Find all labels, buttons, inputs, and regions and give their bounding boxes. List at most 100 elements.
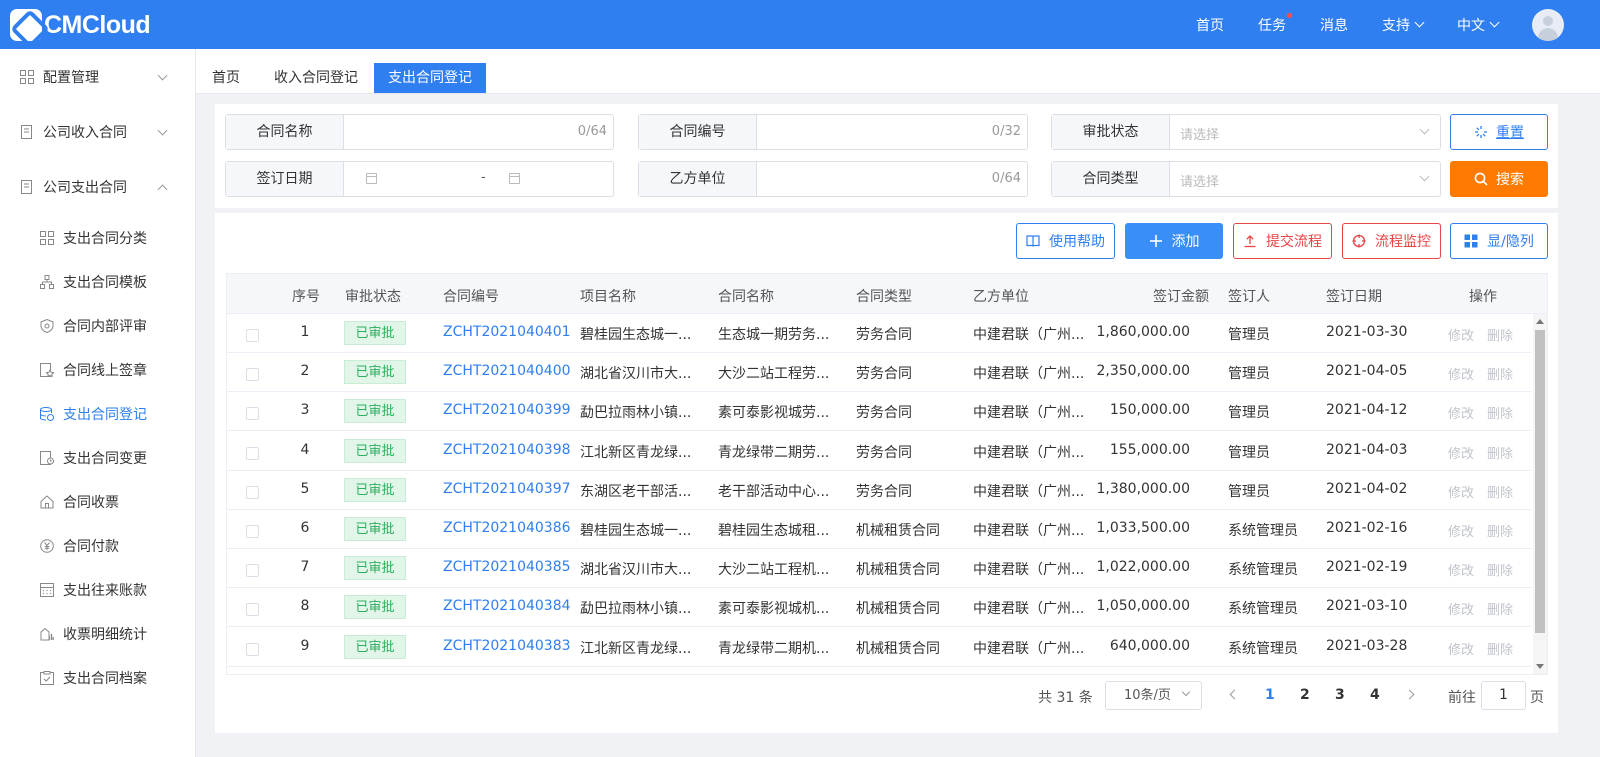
nav-home[interactable]: 首页 [1196, 15, 1224, 35]
sidebar-item-payment[interactable]: 合同付款 [0, 531, 196, 561]
page-number[interactable]: 2 [1300, 687, 1310, 703]
sidebar-item-accounts[interactable]: 支出往来账款 [0, 575, 196, 605]
delete-link[interactable]: 删除 [1487, 443, 1513, 462]
tab-expense-register[interactable]: 支出合同登记 [374, 63, 486, 93]
cell-no: 7 [300, 559, 310, 576]
table-row[interactable]: 已审批 6 ZCHT2021040386 碧桂园生态城一... 碧桂园生态城租... 机械… [227, 510, 1531, 549]
scroll-up-icon[interactable] [1536, 319, 1544, 324]
cell-code[interactable]: ZCHT2021040401 [443, 324, 571, 340]
scrollbar-thumb[interactable] [1535, 330, 1545, 633]
delete-link[interactable]: 删除 [1487, 639, 1513, 658]
table-scrollbar[interactable] [1533, 314, 1547, 674]
cell-amount: 150,000.00 [1109, 402, 1190, 419]
user-avatar[interactable] [1532, 8, 1564, 41]
sidebar-item-expense-register[interactable]: 支出合同登记 [0, 399, 196, 429]
page-number[interactable]: 4 [1370, 687, 1380, 703]
nav-language[interactable]: 中文 [1457, 15, 1500, 35]
table-row[interactable]: 已审批 9 ZCHT2021040383 江北新区青龙绿... 青龙绿带二期机... 机械… [227, 628, 1531, 667]
nav-messages[interactable]: 消息 [1320, 15, 1348, 35]
edit-link[interactable]: 修改 [1448, 325, 1474, 344]
edit-link[interactable]: 修改 [1448, 560, 1474, 579]
delete-link[interactable]: 删除 [1487, 560, 1513, 579]
page-number[interactable]: 1 [1265, 687, 1275, 703]
add-button[interactable]: 添加 [1125, 223, 1223, 259]
sidebar-group-income[interactable]: 公司收入合同 [0, 115, 196, 149]
cell-code[interactable]: ZCHT2021040386 [443, 520, 571, 536]
table-row[interactable]: 已审批 5 ZCHT2021040397 东湖区老干部活... 老干部活动中心... 劳务… [227, 471, 1531, 510]
row-checkbox[interactable] [246, 368, 259, 382]
cell-code[interactable]: ZCHT2021040385 [443, 559, 571, 575]
goto-suffix: 页 [1530, 690, 1544, 706]
edit-link[interactable]: 修改 [1448, 443, 1474, 462]
tab-income-register[interactable]: 收入合同登记 [260, 63, 372, 93]
row-checkbox[interactable] [246, 642, 259, 656]
sidebar-item-invoice-stats[interactable]: 收票明细统计 [0, 619, 196, 649]
submit-flow-button[interactable]: 提交流程 [1233, 223, 1332, 259]
table-row[interactable]: 已审批 1 ZCHT2021040401 碧桂园生态城一... 生态城一期劳务... 劳务… [227, 314, 1531, 353]
delete-link[interactable]: 删除 [1487, 599, 1513, 618]
page-number[interactable]: 3 [1335, 687, 1345, 703]
sidebar-item-expense-archive[interactable]: 支出合同档案 [0, 663, 196, 693]
nav-tasks[interactable]: 任务 [1258, 12, 1292, 35]
cell-no: 2 [300, 363, 310, 380]
help-button[interactable]: 使用帮助 [1016, 223, 1115, 259]
sidebar-group-expense[interactable]: 公司支出合同 [0, 170, 196, 204]
sidebar-item-receive-invoice[interactable]: 合同收票 [0, 487, 196, 517]
sidebar-item-online-seal[interactable]: 合同线上签章 [0, 355, 196, 385]
monitor-flow-button[interactable]: 流程监控 [1342, 223, 1441, 259]
edit-link[interactable]: 修改 [1448, 639, 1474, 658]
cell-code[interactable]: ZCHT2021040400 [443, 363, 571, 379]
tab-home[interactable]: 首页 [198, 63, 254, 93]
goto-page-input[interactable]: 1 [1481, 681, 1526, 710]
nav-support[interactable]: 支持 [1382, 15, 1425, 35]
reset-button[interactable]: 重置 [1450, 114, 1548, 150]
status-badge: 已审批 [344, 321, 406, 345]
edit-link[interactable]: 修改 [1448, 521, 1474, 540]
sign-date-range[interactable]: - [344, 162, 613, 196]
row-checkbox[interactable] [246, 407, 259, 421]
table-row[interactable]: 已审批 8 ZCHT2021040384 勐巴拉雨林小镇... 素可泰影视城机... 机械… [227, 588, 1531, 628]
party-b-input[interactable]: 0/64 [757, 162, 1027, 196]
cell-code[interactable]: ZCHT2021040384 [443, 598, 571, 614]
delete-link[interactable]: 删除 [1487, 482, 1513, 501]
scroll-down-icon[interactable] [1536, 664, 1544, 669]
row-checkbox[interactable] [246, 446, 259, 460]
delete-link[interactable]: 删除 [1487, 521, 1513, 540]
table-row[interactable]: 已审批 7 ZCHT2021040385 湖北省汉川市大... 大沙二站工程机... 机械… [227, 549, 1531, 589]
cell-code[interactable]: ZCHT2021040383 [443, 638, 571, 654]
row-checkbox[interactable] [246, 485, 259, 499]
toggle-columns-button[interactable]: 显/隐列 [1450, 223, 1548, 259]
sidebar-item-expense-template[interactable]: 支出合同模板 [0, 267, 196, 297]
table-row[interactable]: 已审批 3 ZCHT2021040399 勐巴拉雨林小镇... 素可泰影视城劳... 劳务… [227, 392, 1531, 432]
row-checkbox[interactable] [246, 329, 259, 342]
contract-no-input[interactable]: 0/32 [757, 115, 1027, 149]
sidebar-item-expense-change[interactable]: 支出合同变更 [0, 443, 196, 473]
sidebar-group-config[interactable]: 配置管理 [0, 60, 196, 94]
logo[interactable]: CMCloud [10, 9, 151, 41]
row-checkbox[interactable] [246, 525, 259, 538]
edit-link[interactable]: 修改 [1448, 403, 1474, 422]
table-row[interactable]: 已审批 4 ZCHT2021040398 江北新区青龙绿... 青龙绿带二期劳... 劳务… [227, 432, 1531, 471]
delete-link[interactable]: 删除 [1487, 403, 1513, 422]
contract-type-select[interactable]: 请选择 [1170, 162, 1440, 196]
contract-name-input[interactable]: 0/64 [344, 115, 613, 149]
edit-link[interactable]: 修改 [1448, 599, 1474, 618]
sidebar-item-label: 合同线上签章 [63, 363, 147, 379]
row-checkbox[interactable] [246, 564, 259, 578]
cell-code[interactable]: ZCHT2021040397 [443, 481, 571, 497]
sidebar-item-expense-category[interactable]: 支出合同分类 [0, 223, 196, 253]
cell-type: 劳务合同 [856, 444, 912, 461]
edit-link[interactable]: 修改 [1448, 482, 1474, 501]
cell-code[interactable]: ZCHT2021040398 [443, 442, 571, 458]
row-checkbox[interactable] [246, 603, 259, 617]
sidebar-item-internal-review[interactable]: 合同内部评审 [0, 311, 196, 341]
status-badge: 已审批 [344, 399, 406, 424]
table-row[interactable]: 已审批 2 ZCHT2021040400 湖北省汉川市大... 大沙二站工程劳... 劳务… [227, 353, 1531, 393]
delete-link[interactable]: 删除 [1487, 325, 1513, 344]
edit-link[interactable]: 修改 [1448, 364, 1474, 383]
cell-code[interactable]: ZCHT2021040399 [443, 402, 571, 418]
approval-status-select[interactable]: 请选择 [1170, 115, 1440, 149]
search-button[interactable]: 搜索 [1450, 161, 1548, 197]
delete-link[interactable]: 删除 [1487, 364, 1513, 383]
page-size-select[interactable]: 10条/页 [1105, 681, 1202, 710]
